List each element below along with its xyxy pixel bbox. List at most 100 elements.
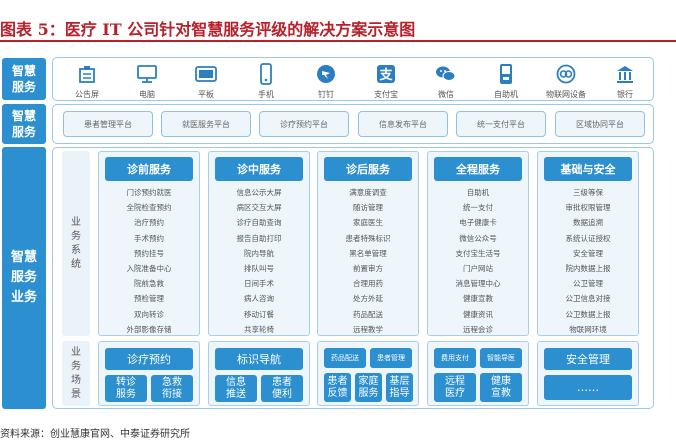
figure-title: 图表 5：医疗 IT 公司针对智慧服务评级的解决方案示意图: [0, 20, 416, 39]
computer-icon: [135, 63, 159, 85]
list-item: 前置审方: [353, 263, 383, 273]
list-item: 病区交互大屏: [236, 203, 282, 213]
list-item: 电子健康卡: [459, 218, 497, 228]
list-item: 全院检查预约: [126, 203, 172, 213]
system-column-post-diagnosis: 诊后服务 满意度调查 随访管理 家庭医生 患者特殊标识 黑名单管理 前置审方 合理用药 处方外…: [317, 151, 419, 336]
scene-patient-feedback: 患者反馈: [324, 373, 351, 402]
device-bank: 银行: [601, 63, 649, 100]
device-dingtalk: 钉钉: [302, 63, 350, 100]
device-label: 钉钉: [318, 90, 334, 99]
list-item: 院内导航: [244, 248, 274, 258]
scene-emergency: 急救衔接: [151, 375, 193, 402]
list-item: 预检管理: [134, 294, 164, 304]
device-iot: 物联网设备: [542, 63, 590, 100]
device-label: 微信: [438, 90, 454, 99]
device-label: 电脑: [139, 90, 155, 99]
mobile-phone-icon: [254, 63, 278, 85]
scene-column-4: 费用支付 智能导医 远程医疗 健康宣教: [427, 341, 529, 406]
device-label: 平板: [198, 90, 214, 99]
list-item: 家庭医生: [353, 218, 383, 228]
list-item: 合理用药: [353, 279, 383, 289]
list-item: 微信公众号: [459, 233, 497, 243]
list-item: 院内数据上报: [565, 263, 611, 273]
row-label-terminal: 智慧服务: [2, 58, 46, 100]
scene-primary-guidance: 基层指导: [386, 373, 413, 402]
device-wechat: 微信: [422, 63, 470, 100]
title-bar: 图表 5：医疗 IT 公司针对智慧服务评级的解决方案示意图: [0, 0, 676, 42]
list-item: 门户网站: [463, 263, 493, 273]
device-alipay: 支 支付宝: [362, 63, 410, 100]
system-column-full-process: 全程服务 自助机 统一支付 电子健康卡 微信公众号 支付宝生活号 门户网站 消息管理中心 健康…: [427, 151, 529, 336]
list-item: 健康资讯: [463, 309, 493, 319]
device-notice-board: 公告屏: [63, 63, 111, 100]
notice-board-icon: [75, 63, 99, 85]
list-item: 入院准备中心: [126, 263, 172, 273]
platform-medical-service: 就医服务平台: [161, 111, 251, 137]
list-item: 处方外延: [353, 294, 383, 304]
platform-info-release: 信息发布平台: [358, 111, 448, 137]
scene-health-education: 健康宣教: [480, 373, 522, 402]
column-header: 基础与安全: [544, 157, 632, 181]
row-label-business: 智慧服务业务: [2, 147, 46, 409]
scene-drug-delivery: 药品配送: [324, 348, 366, 368]
device-label: 物联网设备: [546, 90, 586, 99]
list-item: 双向转诊: [134, 309, 164, 319]
list-item: 公卫管理: [573, 279, 603, 289]
scene-payment: 费用支付: [434, 348, 476, 368]
platform-patient-management: 患者管理平台: [63, 111, 153, 137]
list-item: 预约挂号: [134, 248, 164, 258]
list-item: 三级等保: [573, 188, 603, 197]
system-column-pre-diagnosis: 诊前服务 门诊预约就医 全院检查预约 治疗预约 手术预约 预约挂号 入院准备中心 院前急救预…: [98, 151, 200, 336]
list-item: 黑名单管理: [349, 248, 387, 258]
list-item: 共享轮椅: [244, 324, 274, 334]
list-item: 公卫数据上报: [565, 309, 611, 319]
business-scene-label: 业务场景: [62, 341, 90, 406]
list-item: 信息公示大屏: [236, 188, 282, 197]
iot-icon: [554, 63, 578, 85]
business-system-label: 业务系统: [62, 151, 90, 336]
platform-regional-collab: 区域协同平台: [555, 111, 645, 137]
list-item: 安全管理: [573, 248, 603, 258]
alipay-icon: 支: [374, 63, 398, 85]
platform-unified-payment: 统一支付平台: [456, 111, 546, 137]
list-item: 公卫信息对接: [565, 294, 611, 304]
device-mobile: 手机: [242, 63, 290, 100]
list-item: 病人咨询: [244, 294, 274, 304]
scene-patient-management: 患者管理: [370, 348, 412, 368]
column-header: 诊前服务: [105, 157, 193, 181]
kiosk-icon: [494, 63, 518, 85]
dingtalk-icon: [314, 63, 338, 85]
list-item: 消息管理中心: [455, 279, 501, 289]
device-label: 公告屏: [75, 90, 99, 99]
list-item: 数据追溯: [573, 218, 603, 228]
list-item: 满意度调查: [349, 188, 387, 197]
device-computer: 电脑: [123, 63, 171, 100]
wechat-icon: [434, 63, 458, 85]
list-item: 统一支付: [463, 203, 493, 213]
list-item: 物联网环境: [569, 324, 607, 334]
row-label-platform: 智慧服务: [2, 104, 46, 144]
system-column-foundation-security: 基础与安全 三级等保 审批权限管理 数据追溯 系统认证授权 安全管理 院内数据上报 公卫管理…: [537, 151, 639, 336]
list-item: 治疗预约: [134, 218, 164, 228]
system-column-in-diagnosis: 诊中服务 信息公示大屏 病区交互大屏 诊疗自助查询 报告自助打印 院内导航 排队叫号 日间手…: [208, 151, 310, 336]
column-header: 全程服务: [434, 157, 522, 181]
scene-column-3: 药品配送 患者管理 患者反馈 家庭服务 基层指导: [317, 341, 419, 406]
scene-appointment: 诊疗预约: [105, 348, 193, 370]
scene-patient-convenience: 患者便利: [261, 375, 303, 402]
list-item: 患者特殊标识: [345, 233, 391, 243]
list-item: 支付宝生活号: [455, 248, 501, 258]
list-item: 外部影像存储: [126, 324, 172, 334]
list-item: 日间手术: [244, 279, 274, 289]
list-item: 药品配送: [353, 309, 383, 319]
list-item: 报告自助打印: [236, 233, 282, 243]
device-tablet: 平板: [182, 63, 230, 100]
list-item: 门诊预约就医: [126, 188, 172, 197]
bank-icon: [613, 63, 637, 85]
scene-security-management: 安全管理: [544, 348, 632, 370]
list-item: 诊疗自助查询: [236, 218, 282, 228]
scene-smart-guide: 智能导医: [480, 348, 522, 368]
scene-info-push: 信息推送: [215, 375, 257, 402]
device-label: 支付宝: [374, 90, 398, 99]
list-item: 院前急救: [134, 279, 164, 289]
device-kiosk: 自助机: [482, 63, 530, 100]
